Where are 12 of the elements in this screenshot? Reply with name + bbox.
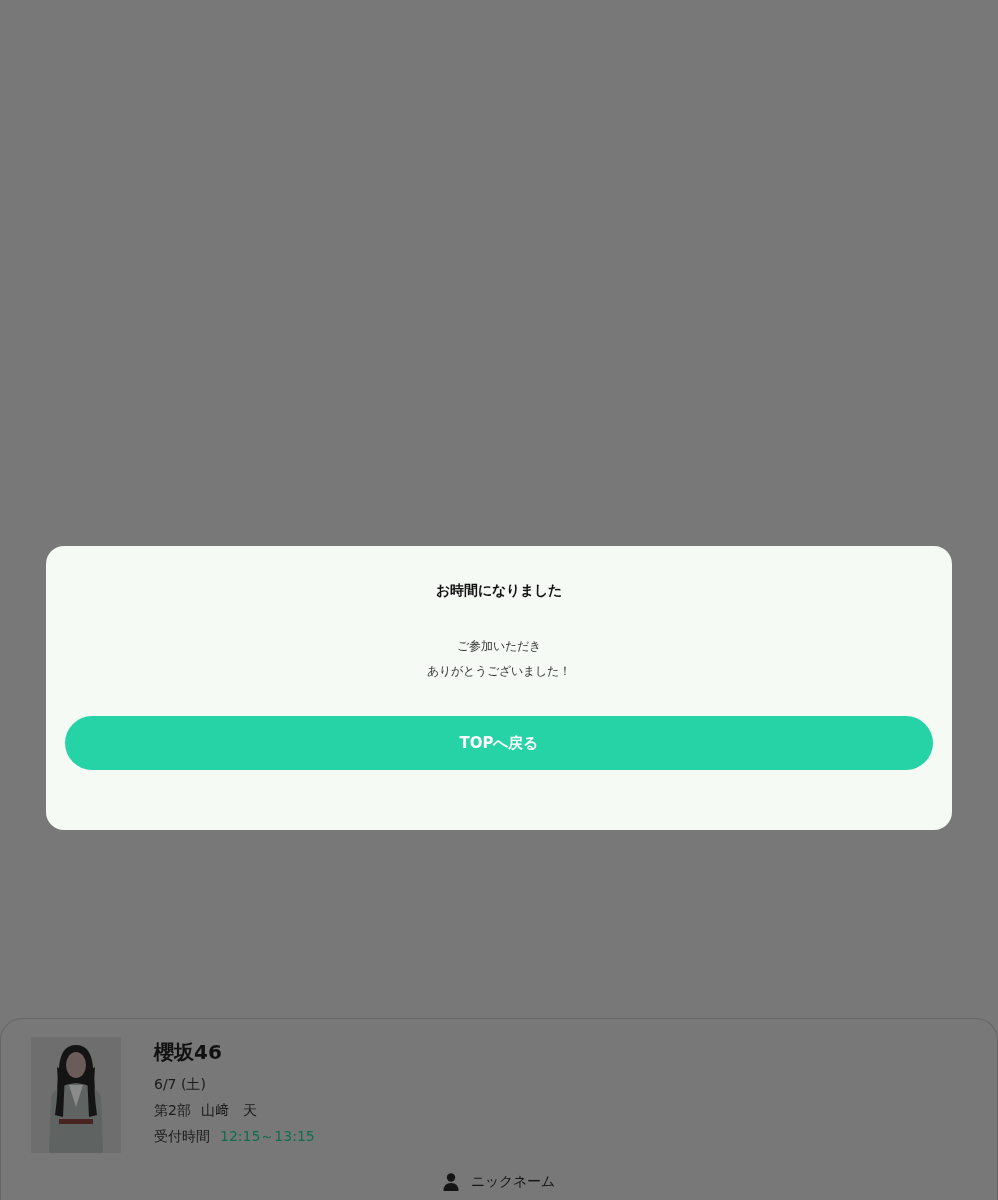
group-name: 櫻坂46 [154, 1039, 223, 1066]
dialog-message: ありがとうございました！ [427, 663, 571, 680]
back-to-top-button[interactable]: TOPへ戻る [65, 716, 933, 770]
nickname-label: ニックネーム [471, 1173, 555, 1191]
session-label: 第2部 [154, 1102, 191, 1120]
person-icon [443, 1173, 459, 1191]
reception-label: 受付時間 [154, 1128, 210, 1146]
member-name: 山﨑 天 [200, 1102, 257, 1120]
dialog-message: ご参加いただき [457, 638, 541, 655]
reception-time: 12:15～13:15 [220, 1128, 315, 1146]
event-date: 6/7 (土) [154, 1076, 207, 1094]
dialog-title: お時間になりました [436, 582, 562, 600]
